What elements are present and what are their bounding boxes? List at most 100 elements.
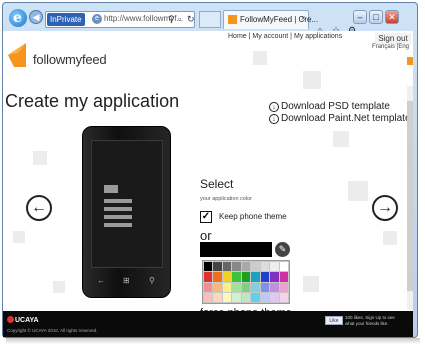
nav-link-account[interactable]: My account <box>252 33 288 40</box>
color-swatch[interactable] <box>213 292 222 302</box>
keep-theme-label[interactable]: Keep phone theme <box>219 212 287 221</box>
download-paintnet-label: Download Paint.Net template <box>281 113 411 124</box>
download-icon: ↓ <box>269 102 279 112</box>
phone-text-line <box>104 199 132 203</box>
color-swatch[interactable] <box>270 292 279 302</box>
back-button[interactable]: ◀ <box>29 10 43 24</box>
tab-label: FollowMyFeed | Cre... <box>240 15 319 24</box>
logo-icon[interactable] <box>6 41 28 69</box>
favicon-icon <box>228 15 237 24</box>
site-icon: e <box>92 14 102 24</box>
color-swatch[interactable] <box>213 262 222 272</box>
download-psd-label: Download PSD template <box>281 101 390 112</box>
refresh-icon[interactable]: ↻ <box>187 14 195 25</box>
phone-preview: ← ⊞ ⚲ <box>82 126 171 298</box>
keep-theme-checkbox[interactable]: ✓ <box>200 211 212 223</box>
color-swatch[interactable] <box>241 272 251 282</box>
fb-line-2: what your friends like. <box>345 321 389 326</box>
color-value-input[interactable] <box>200 242 272 257</box>
bg-decor-square <box>13 231 25 243</box>
bg-decor-square <box>333 131 349 147</box>
color-swatch[interactable] <box>213 272 222 282</box>
color-swatch[interactable] <box>241 282 251 292</box>
web-page: followmyfeed Home | My account | My appl… <box>3 31 413 337</box>
color-swatch[interactable] <box>251 272 260 282</box>
page-title: Create my application <box>5 91 180 111</box>
color-swatch[interactable] <box>279 272 288 282</box>
color-swatch[interactable] <box>270 262 279 272</box>
maximize-button[interactable]: □ <box>369 10 383 24</box>
phone-hardware-buttons: ← ⊞ ⚲ <box>83 274 172 290</box>
color-swatch[interactable] <box>222 262 232 272</box>
language-switcher[interactable]: Français [Eng <box>372 44 409 50</box>
inprivate-badge[interactable]: InPrivate <box>47 13 85 26</box>
ucaya-brand[interactable]: UCAYA <box>7 316 39 324</box>
phone-windows-icon: ⊞ <box>123 276 130 285</box>
nav-link-home[interactable]: Home <box>228 33 247 40</box>
ucaya-brand-text: UCAYA <box>15 317 39 324</box>
color-swatch[interactable] <box>260 292 270 302</box>
minimize-button[interactable]: – <box>353 10 367 24</box>
bg-decor-square <box>348 181 368 201</box>
color-swatch[interactable] <box>260 282 270 292</box>
logo-text[interactable]: followmyfeed <box>33 52 107 67</box>
language-flag-icon <box>407 57 413 65</box>
tab-active[interactable]: FollowMyFeed | Cre... × <box>223 10 318 29</box>
color-swatch[interactable] <box>213 282 222 292</box>
phone-text-line <box>104 215 132 219</box>
color-swatch[interactable] <box>204 262 213 272</box>
phone-screen <box>91 140 163 268</box>
facebook-like-button[interactable]: Like <box>325 316 343 325</box>
bg-decor-square <box>303 276 319 292</box>
color-swatch[interactable] <box>222 292 232 302</box>
ucaya-logo-icon <box>7 316 14 323</box>
select-subheading: your application color <box>200 196 252 202</box>
color-swatch[interactable] <box>204 272 213 282</box>
color-swatch[interactable] <box>251 292 260 302</box>
color-swatch[interactable] <box>279 282 288 292</box>
footer: UCAYA Copyright © UCAYA 2010. All rights… <box>3 311 413 337</box>
phone-text-line <box>104 223 132 227</box>
scrollbar-thumb[interactable] <box>407 101 413 291</box>
color-swatch[interactable] <box>251 262 260 272</box>
color-swatch[interactable] <box>232 292 241 302</box>
tab-inactive[interactable] <box>199 11 221 28</box>
color-swatch[interactable] <box>241 292 251 302</box>
download-psd-link[interactable]: ↓ Download PSD template <box>269 101 390 112</box>
tab-close-button[interactable]: × <box>301 14 306 23</box>
address-bar[interactable]: InPrivate e http://www.followmyf... ⚲ ▫ … <box>45 11 195 28</box>
color-swatch[interactable] <box>279 292 288 302</box>
color-swatch[interactable] <box>222 282 232 292</box>
search-icon[interactable]: ⚲ <box>168 14 175 25</box>
color-picker-icon[interactable]: ✎ <box>275 242 290 257</box>
color-swatch[interactable] <box>251 282 260 292</box>
color-swatch[interactable] <box>232 262 241 272</box>
compat-icon[interactable]: ▫ <box>178 14 181 24</box>
ie-logo-icon: e <box>9 9 27 27</box>
color-swatch[interactable] <box>204 282 213 292</box>
color-swatch[interactable] <box>279 262 288 272</box>
copyright-text: Copyright © UCAYA 2010. All rights reser… <box>7 328 98 333</box>
fb-line-1: 100 likes. Sign Up to see <box>345 315 395 320</box>
phone-search-icon: ⚲ <box>149 276 155 285</box>
color-swatch[interactable] <box>232 282 241 292</box>
color-swatch[interactable] <box>241 262 251 272</box>
previous-arrow-button[interactable]: ← <box>26 195 52 221</box>
close-button[interactable]: ✕ <box>385 10 399 24</box>
color-swatch[interactable] <box>270 282 279 292</box>
or-separator: or <box>200 228 212 243</box>
color-swatch[interactable] <box>270 272 279 282</box>
download-icon: ↓ <box>269 114 279 124</box>
nav-link-applications[interactable]: My applications <box>294 33 342 40</box>
phone-tile <box>104 185 118 193</box>
next-arrow-button[interactable]: → <box>372 195 398 221</box>
nav-separator: | <box>290 33 292 40</box>
select-heading: Select <box>200 177 234 191</box>
bg-decor-square <box>383 231 397 245</box>
color-swatch[interactable] <box>232 272 241 282</box>
color-swatch[interactable] <box>204 292 213 302</box>
color-swatch[interactable] <box>260 262 270 272</box>
color-swatch[interactable] <box>222 272 232 282</box>
color-swatch[interactable] <box>260 272 270 282</box>
download-paintnet-link[interactable]: ↓ Download Paint.Net template <box>269 113 411 124</box>
